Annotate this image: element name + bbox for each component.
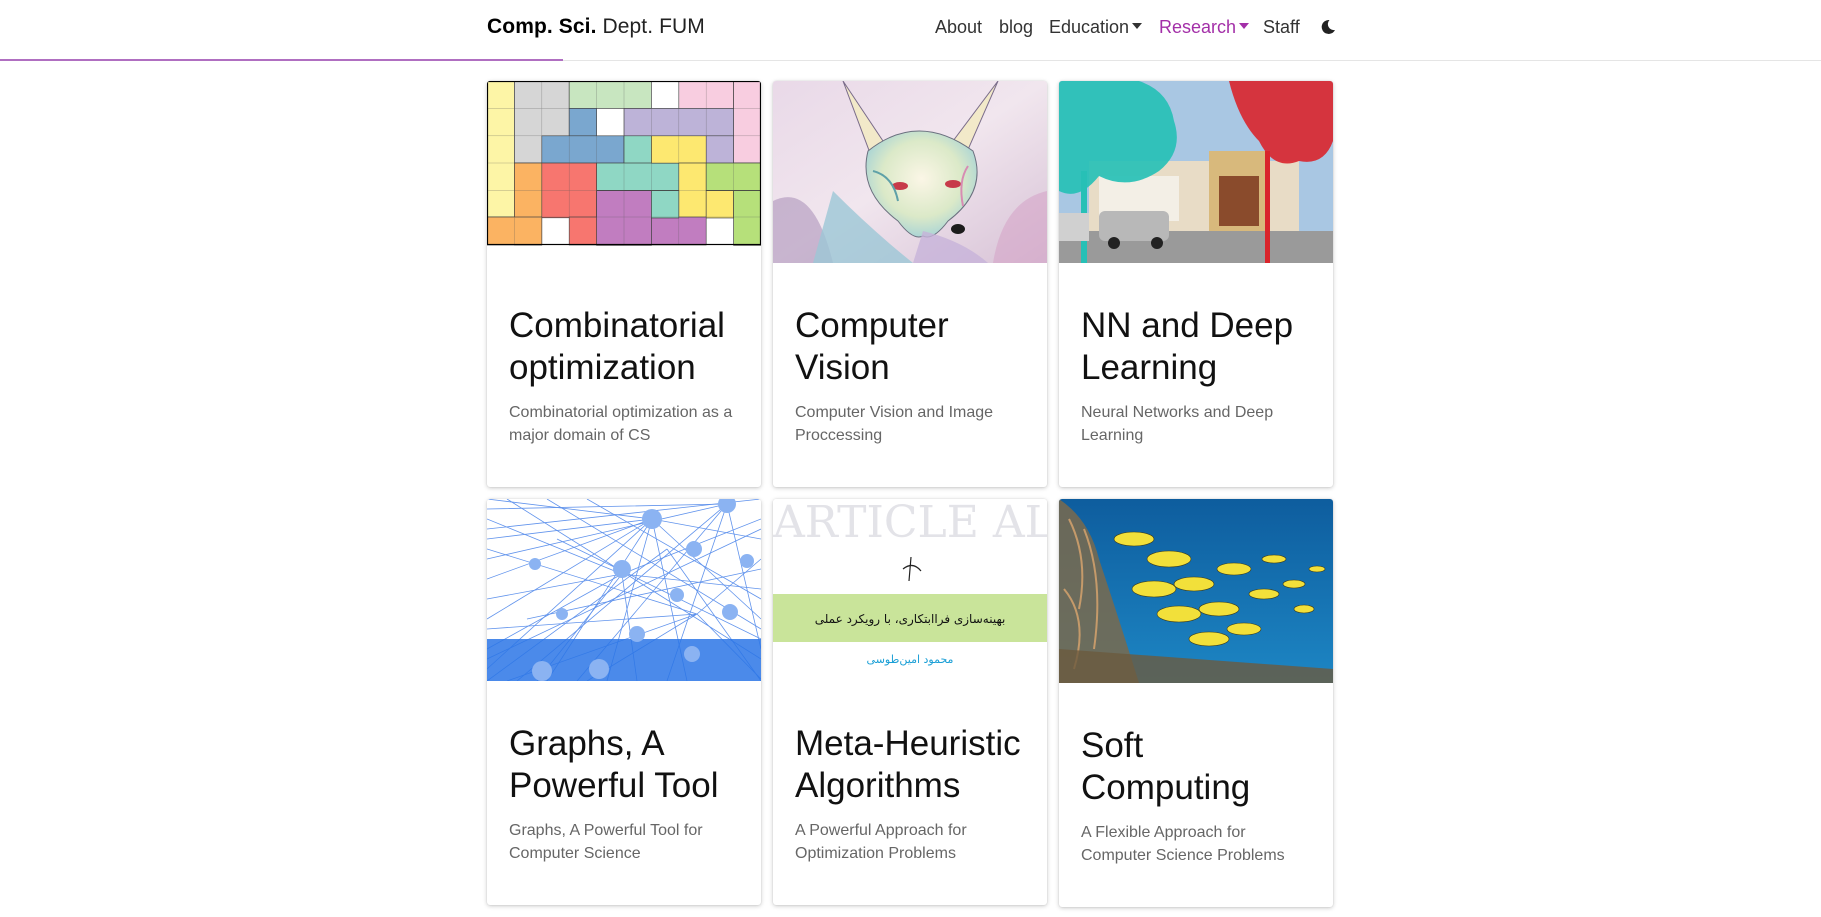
card-description: Computer Vision and Image Proccessing [795, 404, 994, 444]
research-card-graphs[interactable]: Graphs, A Powerful Tool Graphs, A Powerf… [487, 499, 761, 905]
card-title: Graphs, A Powerful Tool [509, 724, 719, 805]
card-description: A Flexible Approach for Computer Science… [1081, 824, 1285, 864]
nav-staff[interactable]: Staff [1263, 17, 1300, 38]
research-card-nn-deep-learning[interactable]: NN and Deep Learning Neural Networks and… [1059, 81, 1333, 487]
card-title: Meta-Heuristic Algorithms [795, 724, 1021, 805]
nav-education-dropdown[interactable]: Education [1049, 17, 1143, 38]
chevron-down-icon [1239, 23, 1250, 30]
reading-progress-bar [0, 59, 1821, 61]
research-card-combinatorial-optimization[interactable]: Combinatorial optimization Combinatorial… [487, 81, 761, 487]
research-card-computer-vision[interactable]: Computer Vision Computer Vision and Imag… [773, 81, 1047, 487]
research-card-meta-heuristic[interactable]: ARTICLE ALGORITHMS AGENTS SWARM بهینه‌سا… [773, 499, 1047, 905]
moon-icon[interactable] [1320, 19, 1336, 35]
brand-bold: Comp. Sci. [487, 15, 597, 38]
nav-blog[interactable]: blog [999, 17, 1033, 38]
reading-progress-fill [0, 59, 563, 61]
card-title: NN and Deep Learning [1081, 306, 1294, 387]
nav-research-dropdown[interactable]: Research [1159, 17, 1250, 38]
card-title: Combinatorial optimization [509, 306, 725, 387]
card-image-fish-school [1059, 499, 1333, 683]
card-description: A Powerful Approach for Optimization Pro… [795, 822, 967, 862]
site-brand[interactable]: Comp. Sci. Dept. FUM [487, 15, 705, 39]
card-image-network-graph [487, 499, 761, 681]
card-description: Neural Networks and Deep Learning [1081, 404, 1274, 444]
card-title: Computer Vision [795, 306, 949, 387]
research-card-soft-computing[interactable]: Soft Computing A Flexible Approach for C… [1059, 499, 1333, 907]
card-description: Graphs, A Powerful Tool for Computer Sci… [509, 822, 703, 862]
cover-persian-author: محمود امین‌طوسی [867, 653, 954, 666]
cover-background-words: ARTICLE ALGORITHMS AGENTS SWARM [773, 499, 1047, 548]
nav-about[interactable]: About [935, 17, 982, 38]
cover-persian-title: بهینه‌سازی فراابتکاری، با رویکرد عملی [815, 612, 1006, 627]
top-navbar: Comp. Sci. Dept. FUM About blog Educatio… [0, 0, 1821, 61]
nav-research-label: Research [1159, 17, 1237, 37]
nav-education-label: Education [1049, 17, 1130, 37]
brand-light: Dept. FUM [596, 15, 705, 38]
card-title: Soft Computing [1081, 726, 1251, 807]
chevron-down-icon [1132, 23, 1143, 30]
card-image-segmented-street [1059, 81, 1333, 263]
card-description: Combinatorial optimization as a major do… [509, 404, 733, 444]
card-image-fox-painting [773, 81, 1047, 263]
card-image-book-cover: ARTICLE ALGORITHMS AGENTS SWARM بهینه‌سا… [773, 499, 1047, 681]
card-image-pentomino [487, 81, 761, 263]
